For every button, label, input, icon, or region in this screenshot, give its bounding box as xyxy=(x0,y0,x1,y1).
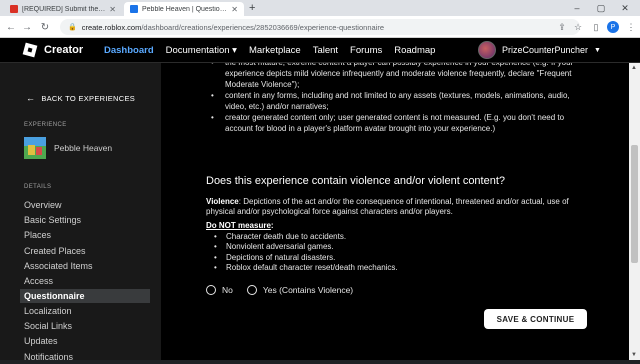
browser-chrome: [REQUIRED] Submit the New Exp ✕ Pebble H… xyxy=(0,0,640,40)
nav-roadmap[interactable]: Roadmap xyxy=(394,45,435,56)
roblox-logo-icon xyxy=(22,42,38,58)
exclusion-list: Character death due to accidents. Nonvio… xyxy=(206,232,398,273)
not-measure-colon: : xyxy=(270,221,274,230)
violence-radio-group: No Yes (Contains Violence) xyxy=(206,285,367,295)
details-section-label: DETAILS xyxy=(24,184,52,190)
list-item: Nonviolent adversarial games. xyxy=(206,242,398,253)
close-tab-icon[interactable]: ✕ xyxy=(109,5,116,14)
menu-kebab-icon[interactable]: ⋮ xyxy=(624,20,638,34)
scrollbar-thumb[interactable] xyxy=(631,145,638,263)
sidebar-item-questionnaire[interactable]: Questionnaire xyxy=(20,289,150,303)
back-arrow-icon: ← xyxy=(26,93,36,103)
nav-links: Dashboard Documentation ▾ Marketplace Ta… xyxy=(104,38,447,63)
forward-arrow-icon[interactable]: → xyxy=(20,20,34,34)
sidebar-item-basic-settings[interactable]: Basic Settings xyxy=(20,213,150,227)
tab-strip: [REQUIRED] Submit the New Exp ✕ Pebble H… xyxy=(0,0,640,16)
list-item: Character death due to accidents. xyxy=(206,232,398,243)
browser-tab-required[interactable]: [REQUIRED] Submit the New Exp ✕ xyxy=(4,2,122,16)
nav-dashboard[interactable]: Dashboard xyxy=(104,45,154,56)
close-tab-icon[interactable]: ✕ xyxy=(231,5,238,14)
avatar xyxy=(478,41,496,59)
creator-top-nav: Creator Dashboard Documentation ▾ Market… xyxy=(0,38,640,63)
nav-talent[interactable]: Talent xyxy=(313,45,338,56)
guideline-bullets: the most mature, extreme content a playe… xyxy=(207,63,577,134)
save-continue-button[interactable]: SAVE & CONTINUE xyxy=(484,309,587,329)
tab-title: Pebble Heaven | Questionnaire xyxy=(142,5,228,13)
sidebar-item-overview[interactable]: Overview xyxy=(20,198,150,212)
maximize-icon[interactable]: ▢ xyxy=(590,0,612,16)
browser-toolbar: ← → ↻ 🔒 create.roblox.com/dashboard/crea… xyxy=(0,16,640,38)
list-item: creator generated content only; user gen… xyxy=(207,112,577,134)
username: PrizeCounterPuncher xyxy=(502,45,589,55)
scroll-down-icon[interactable]: ▼ xyxy=(631,352,637,358)
page-scrollbar[interactable]: ▲ ▼ xyxy=(629,63,640,360)
nav-marketplace[interactable]: Marketplace xyxy=(249,45,301,56)
share-icon[interactable]: ⇪ xyxy=(555,20,569,34)
radio-no-label[interactable]: No xyxy=(222,285,233,295)
radio-yes-label[interactable]: Yes (Contains Violence) xyxy=(263,285,353,295)
sidebar-item-localization[interactable]: Localization xyxy=(20,304,150,318)
url-host: create.roblox.com xyxy=(81,22,142,32)
sidebar-item-access[interactable]: Access xyxy=(20,274,150,288)
sidebar-item-social-links[interactable]: Social Links xyxy=(20,319,150,333)
not-measure-label: Do NOT measure: xyxy=(206,221,274,230)
tab-title: [REQUIRED] Submit the New Exp xyxy=(22,5,106,13)
experience-card[interactable]: Pebble Heaven xyxy=(24,137,112,159)
logo-text: Creator xyxy=(44,44,84,56)
back-arrow-icon[interactable]: ← xyxy=(4,20,18,34)
roblox-tab-icon xyxy=(130,5,138,13)
reload-icon[interactable]: ↻ xyxy=(38,20,52,34)
side-panel-icon[interactable]: ▯ xyxy=(589,20,603,34)
profile-icon[interactable]: P xyxy=(607,21,619,33)
list-item: the most mature, extreme content a playe… xyxy=(207,63,577,90)
browser-tab-questionnaire[interactable]: Pebble Heaven | Questionnaire ✕ xyxy=(124,2,244,16)
gmail-icon xyxy=(10,5,18,13)
sidebar-item-associated-items[interactable]: Associated Items xyxy=(20,259,150,273)
user-menu[interactable]: PrizeCounterPuncher ▼ xyxy=(478,41,601,59)
radio-no[interactable] xyxy=(206,285,216,295)
bookmark-star-icon[interactable]: ☆ xyxy=(571,20,585,34)
close-window-icon[interactable]: ✕ xyxy=(614,0,636,16)
violence-definition-text: : Depictions of the act and/or the conse… xyxy=(206,197,569,216)
address-bar[interactable]: 🔒 create.roblox.com/dashboard/creations/… xyxy=(60,19,580,35)
creator-logo[interactable]: Creator xyxy=(22,42,84,58)
back-label: BACK TO EXPERIENCES xyxy=(41,93,136,103)
sidebar-item-updates[interactable]: Updates xyxy=(20,334,150,348)
minimize-icon[interactable]: – xyxy=(566,0,588,16)
back-to-experiences-link[interactable]: ← BACK TO EXPERIENCES xyxy=(26,93,135,103)
sidebar: ← BACK TO EXPERIENCES EXPERIENCE Pebble … xyxy=(0,63,161,362)
not-measure-text: Do NOT measure xyxy=(206,221,271,230)
violence-question-heading: Does this experience contain violence an… xyxy=(206,175,506,187)
nav-forums[interactable]: Forums xyxy=(350,45,382,56)
scroll-up-icon[interactable]: ▲ xyxy=(631,65,637,71)
sidebar-item-notifications[interactable]: Notifications xyxy=(20,350,150,364)
sidebar-item-places[interactable]: Places xyxy=(20,228,150,242)
violence-term: Violence xyxy=(206,197,239,206)
list-item: Roblox default character reset/death mec… xyxy=(206,263,398,274)
experience-section-label: EXPERIENCE xyxy=(24,122,67,128)
experience-name: Pebble Heaven xyxy=(54,143,113,153)
sidebar-item-created-places[interactable]: Created Places xyxy=(20,244,150,258)
radio-yes[interactable] xyxy=(246,285,257,295)
lock-icon: 🔒 xyxy=(68,24,77,31)
new-tab-icon[interactable]: + xyxy=(249,2,255,14)
experience-thumbnail xyxy=(24,137,46,159)
violence-definition: Violence: Depictions of the act and/or t… xyxy=(206,197,596,217)
questionnaire-content: the most mature, extreme content a playe… xyxy=(161,63,629,360)
url-path: /dashboard/creations/experiences/2852036… xyxy=(141,22,384,32)
list-item: Depictions of natural disasters. xyxy=(206,253,398,264)
list-item: content in any forms, including and not … xyxy=(207,90,577,112)
chevron-down-icon: ▼ xyxy=(594,46,601,54)
nav-documentation[interactable]: Documentation ▾ xyxy=(166,45,237,56)
